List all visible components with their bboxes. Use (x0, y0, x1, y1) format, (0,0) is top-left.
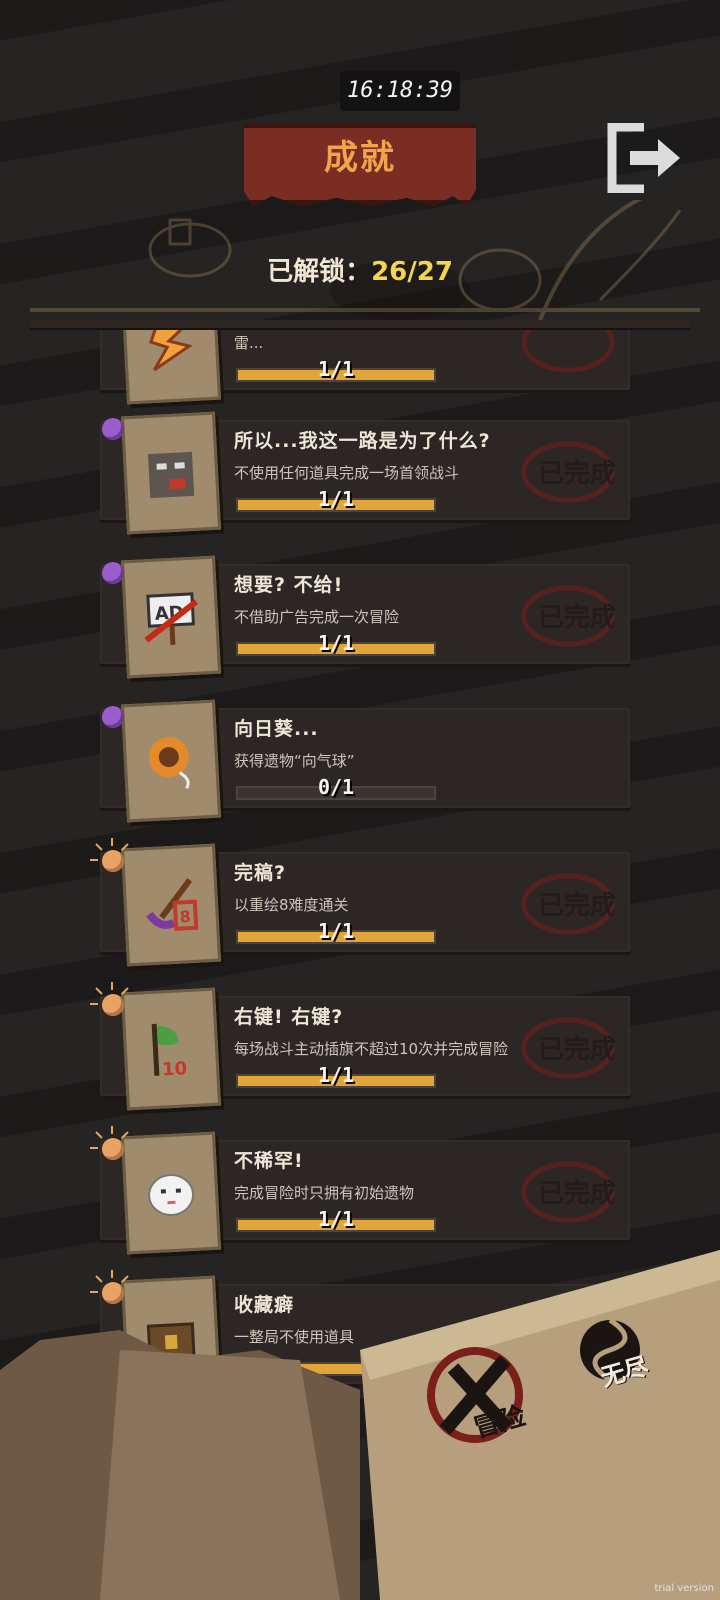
paint-brush-icon: 8 (120, 843, 222, 967)
achievement-desc: 以重绘8难度通关 (234, 896, 349, 914)
achievement-name: 不稀罕! (234, 1150, 304, 1172)
page-title: 成就 (324, 138, 396, 178)
achievement-card[interactable]: 所以...我这一路是为了什么? 不使用任何道具完成一场首领战斗 1/1 已完成 (100, 411, 640, 535)
progress-text: 1/1 (317, 1207, 355, 1231)
achievement-name: 所以...我这一路是为了什么? (234, 430, 491, 452)
progress-text: 1/1 (317, 357, 355, 381)
adventure-button[interactable]: 冒险 (425, 1340, 545, 1450)
stamp-text: 已完成 (538, 1178, 616, 1209)
pin-icon (102, 562, 124, 584)
completed-stamp (521, 330, 615, 373)
sunflower-icon (120, 699, 222, 823)
achievement-desc: 完成冒险时只拥有初始遗物 (234, 1184, 415, 1202)
achievement-name: 向日葵... (234, 718, 319, 740)
endless-button[interactable]: 无尽 (570, 1310, 680, 1410)
progress-text: 1/1 (317, 919, 355, 943)
trial-watermark: trial version (654, 1583, 714, 1594)
sad-face-icon (120, 411, 222, 535)
achievement-card[interactable]: 10 右键! 右键? 每场战斗主动插旗不超过10次并完成冒险 1/1 已完成 (90, 982, 640, 1111)
unlock-label: 已解锁： (267, 257, 372, 287)
completed-stamp: 已完成 (521, 1161, 616, 1223)
completed-stamp: 已完成 (521, 441, 616, 503)
unlock-counter: 已解锁：26/27 (0, 250, 720, 294)
stamp-text: 已完成 (538, 890, 616, 921)
unlock-count: 26/27 (371, 257, 453, 287)
completed-stamp: 已完成 (521, 1017, 616, 1079)
achievement-card[interactable]: 不稀罕! 完成冒险时只拥有初始遗物 1/1 已完成 (90, 1126, 640, 1255)
achievement-desc: 每场战斗主动插旗不超过10次并完成冒险 (234, 1040, 509, 1058)
thunder-icon (120, 330, 222, 405)
progress-text: 1/1 (317, 631, 355, 655)
achievement-card[interactable]: AD 想要? 不给! 不借助广告完成一次冒险 1/1 已完成 (100, 555, 640, 679)
glow-rays-icon (90, 838, 129, 861)
ghost-icon (120, 1131, 222, 1255)
completed-stamp: 已完成 (521, 585, 616, 647)
achievement-name: 想要? 不给! (234, 574, 344, 596)
completed-stamp: 已完成 (521, 873, 616, 935)
exit-button[interactable] (604, 122, 684, 194)
progress-text: 0/1 (317, 775, 355, 799)
bottom-parchment (0, 1250, 720, 1600)
achievement-name: 完稿? (234, 862, 287, 884)
achievement-card[interactable]: 雷... 1/1 (100, 330, 640, 405)
achievement-card[interactable]: 向日葵... 获得遗物“向气球” 0/1 (100, 699, 640, 823)
ad-sign-icon: AD (120, 555, 222, 679)
achievement-card[interactable]: 8 完稿? 以重绘8难度通关 1/1 已完成 (90, 838, 640, 967)
flag-icon: 10 (120, 987, 222, 1111)
glow-rays-icon (90, 1126, 129, 1149)
achievement-desc: 获得遗物“向气球” (234, 752, 355, 770)
achievement-desc: 不借助广告完成一次冒险 (234, 608, 400, 626)
svg-text:8: 8 (179, 907, 191, 927)
svg-text:10: 10 (162, 1058, 188, 1080)
progress-text: 1/1 (317, 1063, 355, 1087)
achievement-desc: 雷... (234, 334, 264, 352)
progress-text: 1/1 (317, 487, 355, 511)
header-divider (30, 320, 690, 328)
achievement-desc: 不使用任何道具完成一场首领战斗 (234, 464, 460, 482)
stamp-text: 已完成 (538, 602, 616, 633)
clock: 16:18:39 (340, 71, 460, 111)
pin-icon (102, 418, 124, 440)
exit-icon (607, 122, 680, 194)
pin-icon (102, 706, 124, 728)
glow-rays-icon (90, 982, 129, 1005)
stamp-text: 已完成 (538, 458, 616, 489)
stamp-text: 已完成 (538, 1034, 616, 1065)
achievement-name: 右键! 右键? (234, 1006, 344, 1028)
